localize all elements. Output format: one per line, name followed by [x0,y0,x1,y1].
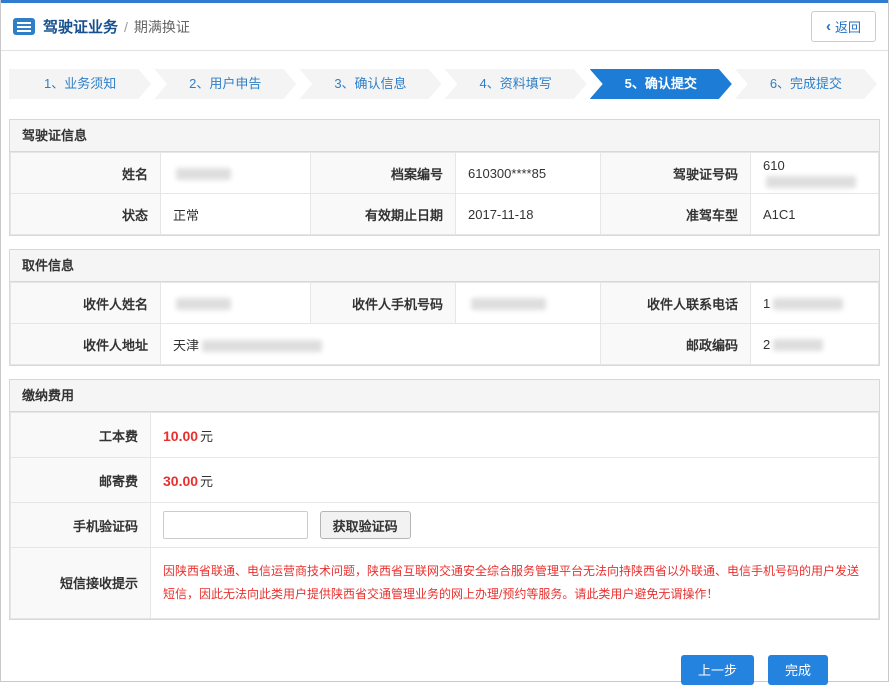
expiry-date-label: 有效期止日期 [311,194,456,235]
recipient-phone-value: 1 [751,283,879,324]
production-fee-unit: 元 [200,429,213,444]
sms-code-cell: 获取验证码 [151,503,879,548]
redacted-text [773,339,823,351]
step-5-confirm-submit[interactable]: 5、确认提交 [590,69,732,99]
table-row: 状态 正常 有效期止日期 2017-11-18 准驾车型 A1C1 [11,194,879,235]
table-row: 姓名 档案编号 610300****85 驾驶证号码 610 [11,153,879,194]
page-subtitle: 期满换证 [134,17,190,37]
recipient-address-label: 收件人地址 [11,324,161,365]
step-3-confirm-info[interactable]: 3、确认信息 [299,69,441,99]
table-row: 收件人地址 天津 邮政编码 2 [11,324,879,365]
redacted-text [176,168,231,180]
redacted-text [202,340,322,352]
footer-actions: 上一步 完成 [1,633,888,685]
fees-table: 工本费 10.00元 邮寄费 30.00元 手机验证码 获取验证码 短信接收提示… [10,412,879,619]
table-row: 邮寄费 30.00元 [11,458,879,503]
license-info-table: 姓名 档案编号 610300****85 驾驶证号码 610 状态 正常 有效期… [10,152,879,235]
sms-notice-text: 因陕西省联通、电信运营商技术问题，陕西省互联网交通安全综合服务管理平台无法向持陕… [163,560,866,606]
status-value: 正常 [161,194,311,235]
sms-code-label: 手机验证码 [11,503,151,548]
mailing-fee-unit: 元 [200,474,213,489]
fees-panel: 缴纳费用 工本费 10.00元 邮寄费 30.00元 手机验证码 获取验证码 短… [9,379,880,620]
production-fee-value: 10.00元 [151,413,879,458]
name-value [161,153,311,194]
sms-code-input[interactable] [163,511,308,539]
license-panel-title: 驾驶证信息 [10,120,879,152]
file-number-label: 档案编号 [311,153,456,194]
license-number-label: 驾驶证号码 [601,153,751,194]
table-row: 收件人姓名 收件人手机号码 收件人联系电话 1 [11,283,879,324]
pickup-panel-title: 取件信息 [10,250,879,282]
redacted-text [766,176,856,188]
page-header: 驾驶证业务 / 期满换证 ‹ 返回 [1,3,888,51]
recipient-address-value: 天津 [161,324,601,365]
table-row: 工本费 10.00元 [11,413,879,458]
postcode-value: 2 [751,324,879,365]
chevron-left-icon: ‹ [826,19,831,34]
wizard-steps: 1、业务须知 2、用户申告 3、确认信息 4、资料填写 5、确认提交 6、完成提… [9,69,880,99]
vehicle-type-value: A1C1 [751,194,879,235]
redacted-text [471,298,546,310]
pickup-info-panel: 取件信息 收件人姓名 收件人手机号码 收件人联系电话 1 收件人地址 天津 邮政… [9,249,880,366]
license-info-panel: 驾驶证信息 姓名 档案编号 610300****85 驾驶证号码 610 状态 … [9,119,880,236]
sms-notice-label: 短信接收提示 [11,548,151,619]
production-fee-label: 工本费 [11,413,151,458]
table-row: 短信接收提示 因陕西省联通、电信运营商技术问题，陕西省互联网交通安全综合服务管理… [11,548,879,619]
redacted-text [773,298,843,310]
pickup-info-table: 收件人姓名 收件人手机号码 收件人联系电话 1 收件人地址 天津 邮政编码 2 [10,282,879,365]
license-number-value: 610 [751,153,879,194]
get-sms-code-button[interactable]: 获取验证码 [320,511,411,539]
step-4-fill-data[interactable]: 4、资料填写 [445,69,587,99]
step-6-complete-submit[interactable]: 6、完成提交 [735,69,877,99]
postcode-label: 邮政编码 [601,324,751,365]
status-label: 状态 [11,194,161,235]
finish-button[interactable]: 完成 [768,655,828,685]
table-row: 手机验证码 获取验证码 [11,503,879,548]
recipient-phone-label: 收件人联系电话 [601,283,751,324]
mailing-fee-value: 30.00元 [151,458,879,503]
file-number-value: 610300****85 [456,153,601,194]
fees-panel-title: 缴纳费用 [10,380,879,412]
previous-step-button[interactable]: 上一步 [681,655,754,685]
recipient-name-label: 收件人姓名 [11,283,161,324]
step-1-business-notice[interactable]: 1、业务须知 [9,69,151,99]
page-title: 驾驶证业务 [43,16,118,37]
production-fee-amount: 10.00 [163,428,198,444]
redacted-text [176,298,231,310]
name-label: 姓名 [11,153,161,194]
vehicle-type-label: 准驾车型 [601,194,751,235]
title-divider: / [124,19,128,35]
step-2-user-declaration[interactable]: 2、用户申告 [154,69,296,99]
expiry-date-value: 2017-11-18 [456,194,601,235]
sms-notice-cell: 因陕西省联通、电信运营商技术问题，陕西省互联网交通安全综合服务管理平台无法向持陕… [151,548,879,619]
recipient-mobile-value [456,283,601,324]
recipient-mobile-label: 收件人手机号码 [311,283,456,324]
mailing-fee-amount: 30.00 [163,473,198,489]
back-button-label: 返回 [835,17,861,36]
recipient-name-value [161,283,311,324]
license-card-icon [13,18,35,35]
mailing-fee-label: 邮寄费 [11,458,151,503]
back-button[interactable]: ‹ 返回 [811,11,876,42]
